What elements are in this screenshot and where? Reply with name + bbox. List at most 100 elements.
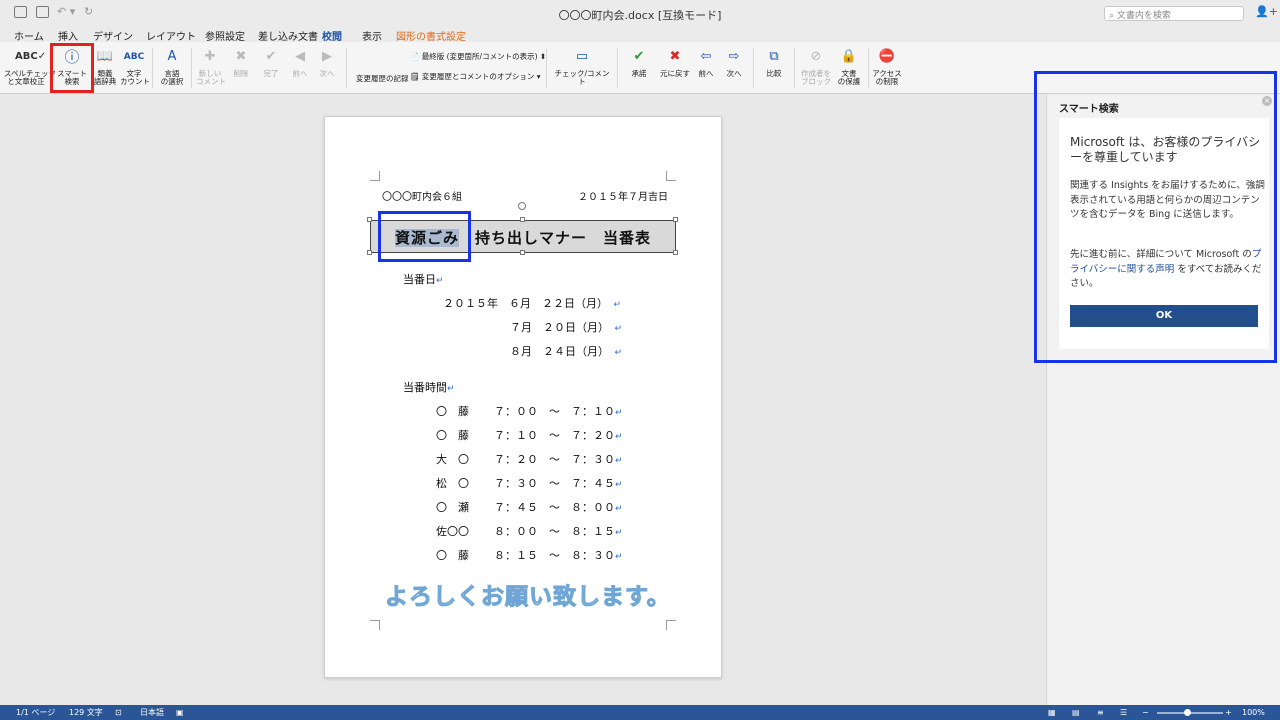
tab-layout[interactable]: レイアウト <box>146 28 196 43</box>
closing-wordart[interactable]: よろしくお願い致します。 <box>385 577 671 611</box>
tab-references[interactable]: 参照設定 <box>205 28 245 43</box>
prev-change-icon: ⇦ <box>700 49 712 64</box>
next-comment-icon: ▶ <box>322 49 332 64</box>
zoom-level[interactable]: 100% <box>1242 705 1265 720</box>
duty-time: ７：４５ ～ ８：００ <box>494 501 615 514</box>
schedule-row: 松 〇 ７：３０ ～ ７：４５↵ <box>436 475 623 491</box>
title-rest: 持ち出しマナー 当番表 <box>475 229 652 247</box>
duty-person: 〇 瀬 <box>436 501 469 514</box>
markup-display-value: 最終版 (変更箇所/コメントの表示) <box>421 52 538 61</box>
page-count[interactable]: 1/1 ページ <box>16 705 55 720</box>
tab-view[interactable]: 表示 <box>362 28 382 43</box>
reject-button[interactable]: ✖ 元に戻す <box>657 46 693 78</box>
proofing-icon[interactable]: ⊡ <box>115 705 122 720</box>
new-comment-label: 新しい コメント <box>196 69 226 86</box>
duty-time: ８：００ ～ ８：１５ <box>494 525 615 538</box>
markup-options-button[interactable]: 🗒 変更履歴とコメントのオプション ▾ <box>410 71 541 82</box>
duty-time: ８：１５ ～ ８：３０ <box>494 549 615 562</box>
next-change-label: 次へ <box>726 69 742 78</box>
markup-display-select[interactable]: 📄 最終版 (変更箇所/コメントの表示) ⬍ <box>410 51 546 62</box>
thesaurus-button[interactable]: 📖 類義 語辞典 <box>91 46 119 86</box>
tab-design[interactable]: デザイン <box>93 28 133 43</box>
protect-document-button[interactable]: 🔒 文書 の保護 <box>835 46 863 86</box>
macro-icon[interactable]: ▣ <box>176 705 184 720</box>
language-label: 言語 の選択 <box>160 69 184 86</box>
divider <box>191 48 192 88</box>
language-button[interactable]: A 言語 の選択 <box>158 46 186 86</box>
duty-time: ７：２０ ～ ７：３０ <box>494 453 615 466</box>
status-bar: 1/1 ページ 129 文字 ⊡ 日本語 ▣ ▦ ▤ ≡ ☰ − + 100% <box>0 705 1280 720</box>
resize-handle[interactable] <box>520 250 525 255</box>
restrict-access-button[interactable]: ⛔ アクセス の制限 <box>871 46 903 86</box>
zoom-out-icon[interactable]: − <box>1142 705 1149 720</box>
search-placeholder: 文書内を検索 <box>1116 11 1171 21</box>
spelling-button[interactable]: ABC✓ スペルチェック と文章校正 <box>4 46 56 86</box>
prev-change-button[interactable]: ⇦ 前へ <box>694 46 718 78</box>
paragraph-mark: ↵ <box>615 408 623 418</box>
web-view-icon[interactable]: ▤ <box>1072 705 1080 720</box>
duty-date-3: ８月 ２４日（月） ↵ <box>510 343 622 359</box>
date-text: ８月 ２４日（月） <box>510 345 604 358</box>
next-comment-button[interactable]: ▶ 次へ <box>315 46 339 78</box>
document-icon: 📄 <box>410 52 422 61</box>
compare-button[interactable]: ⧉ 比較 <box>760 46 788 78</box>
draft-view-icon[interactable]: ☰ <box>1120 705 1127 720</box>
block-authors-icon: ⊘ <box>810 49 822 64</box>
block-authors-button[interactable]: ⊘ 作成者を ブロック <box>799 46 833 86</box>
next-change-button[interactable]: ⇨ 次へ <box>722 46 746 78</box>
language-status[interactable]: 日本語 <box>140 705 164 720</box>
new-comment-button[interactable]: ✚ 新しい コメント <box>196 46 226 86</box>
divider <box>346 48 347 88</box>
resize-handle[interactable] <box>367 217 372 222</box>
tab-shape-format[interactable]: 図形の書式設定 <box>396 28 466 43</box>
zoom-in-icon[interactable]: + <box>1225 705 1232 720</box>
paragraph-mark: ↵ <box>614 324 623 334</box>
accept-button[interactable]: ✔ 承諾 <box>625 46 653 78</box>
reviewing-pane-button[interactable]: ▭ チェック/コメント <box>552 46 612 86</box>
document-date: ２０１５年７月吉日 <box>578 192 668 203</box>
tab-home[interactable]: ホーム <box>14 28 44 43</box>
title-highlight-frame <box>378 211 471 262</box>
word-count[interactable]: 129 文字 <box>69 705 103 720</box>
paragraph-mark: ↵ <box>615 456 623 466</box>
rotate-handle-icon[interactable] <box>518 202 526 210</box>
prev-comment-button[interactable]: ◀ 前へ <box>288 46 312 78</box>
schedule-row: 佐〇〇 ８：００ ～ ８：１５↵ <box>436 523 623 539</box>
outline-view-icon[interactable]: ≡ <box>1097 705 1104 720</box>
accept-icon: ✔ <box>633 49 645 64</box>
paragraph-mark: ↵ <box>447 384 455 394</box>
prev-comment-icon: ◀ <box>295 49 305 64</box>
paragraph-mark: ↵ <box>436 276 444 286</box>
zoom-slider-knob[interactable] <box>1184 709 1191 716</box>
duty-time: ７：００ ～ ７：１０ <box>494 405 615 418</box>
share-icon[interactable]: 👤+ <box>1255 5 1278 18</box>
delete-comment-button[interactable]: ✖ 削除 <box>229 46 253 78</box>
divider <box>753 48 754 88</box>
resolve-button[interactable]: ✔ 完了 <box>259 46 283 78</box>
paragraph-mark: ↵ <box>615 528 623 538</box>
duty-person: 松 〇 <box>436 477 469 490</box>
title-bar: ↶ ▾ ↻ 〇〇〇町内会.docx [互換モード] ⌕ 文書内を検索 👤+ <box>0 0 1280 26</box>
divider <box>617 48 618 88</box>
margin-corner <box>666 171 676 181</box>
resize-handle[interactable] <box>673 250 678 255</box>
layout-view-icon[interactable]: ▦ <box>1048 705 1056 720</box>
resize-handle[interactable] <box>520 217 525 222</box>
smart-lookup-highlight-frame <box>50 43 94 93</box>
search-input[interactable]: ⌕ 文書内を検索 <box>1104 6 1244 21</box>
tab-mailings[interactable]: 差し込み文書 <box>258 28 318 43</box>
tab-insert[interactable]: 挿入 <box>58 28 78 43</box>
language-icon: A <box>167 49 177 64</box>
resize-handle[interactable] <box>367 250 372 255</box>
word-count-label: 文字 カウント <box>120 69 150 86</box>
prev-change-label: 前へ <box>698 69 714 78</box>
word-count-button[interactable]: ABC 文字 カウント <box>120 46 150 86</box>
next-comment-label: 次へ <box>319 69 335 78</box>
paragraph-mark: ↵ <box>615 552 623 562</box>
resize-handle[interactable] <box>673 217 678 222</box>
duty-time: ７：１０ ～ ７：２０ <box>494 429 615 442</box>
schedule-row: 〇 瀬 ７：４５ ～ ８：００↵ <box>436 499 623 515</box>
reject-label: 元に戻す <box>660 69 690 78</box>
duty-time-label: 当番時間↵ <box>403 379 455 395</box>
schedule-row: 〇 藤 ７：００ ～ ７：１０↵ <box>436 403 623 419</box>
